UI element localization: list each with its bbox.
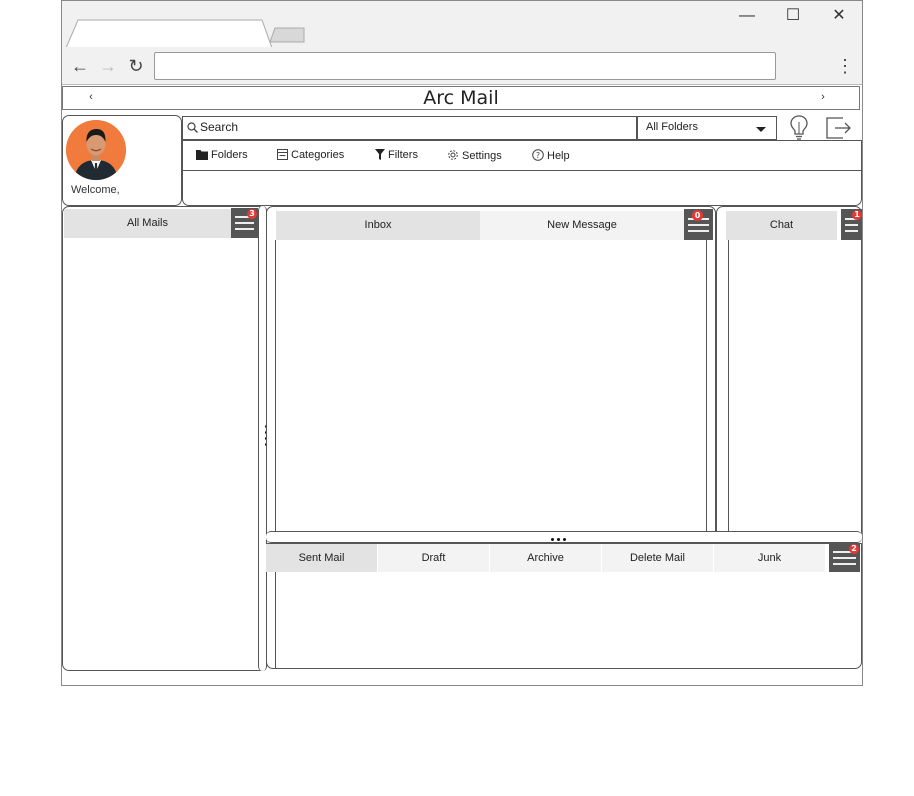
folder-select-value: All Folders xyxy=(646,121,698,133)
chat-badge: 1 xyxy=(852,210,862,220)
lightbulb-icon[interactable] xyxy=(787,114,811,141)
toolbar-help-label: Help xyxy=(547,150,570,162)
caret-down-icon[interactable] xyxy=(756,127,766,132)
toolbar-filters-label: Filters xyxy=(388,149,418,161)
tab-archive[interactable]: Archive xyxy=(490,544,601,572)
search-icon xyxy=(187,122,198,133)
svg-text:?: ? xyxy=(536,151,540,160)
minimize-icon[interactable]: — xyxy=(737,6,757,26)
back-arrow-icon[interactable]: ← xyxy=(69,55,91,77)
toolbar-filters[interactable]: Filters xyxy=(375,149,418,161)
filter-icon xyxy=(375,149,385,160)
tab-inbox[interactable]: Inbox xyxy=(276,211,480,240)
folder-icon xyxy=(196,150,208,160)
forward-arrow-icon[interactable]: → xyxy=(97,55,119,77)
person-icon xyxy=(66,120,126,180)
toolbar-folders-label: Folders xyxy=(211,149,248,161)
tab-chat[interactable]: Chat xyxy=(726,211,837,240)
new-tab-button[interactable] xyxy=(270,27,306,43)
toolbar-settings-label: Settings xyxy=(462,150,502,162)
mail-folders-divider xyxy=(275,572,276,668)
all-mails-panel xyxy=(62,206,266,671)
toolbar-settings[interactable]: Settings xyxy=(447,149,502,162)
tab-new-message[interactable]: New Message xyxy=(480,211,684,240)
toolbar-folders[interactable]: Folders xyxy=(196,149,248,161)
mail-folders-badge: 2 xyxy=(849,544,859,554)
address-bar[interactable] xyxy=(154,52,776,80)
tab-junk[interactable]: Junk xyxy=(714,544,825,572)
tab-delete-mail[interactable]: Delete Mail xyxy=(602,544,713,572)
chevron-left-icon[interactable]: ‹ xyxy=(84,88,98,106)
toolbar-categories-label: Categories xyxy=(291,149,345,161)
chat-panel xyxy=(716,206,862,539)
gear-icon xyxy=(448,150,458,160)
chevron-right-icon[interactable]: › xyxy=(816,88,830,106)
tab-sent-mail[interactable]: Sent Mail xyxy=(266,544,377,572)
toolbar-help[interactable]: ? Help xyxy=(532,149,570,162)
tab-all-mails[interactable]: All Mails xyxy=(64,209,231,238)
bottom-splitter-handle[interactable] xyxy=(551,535,573,541)
toolbar-categories[interactable]: Categories xyxy=(277,149,344,161)
welcome-text: Welcome, xyxy=(71,184,120,196)
categories-icon xyxy=(277,149,288,160)
app-title: Arc Mail xyxy=(423,87,499,109)
message-badge: 0 xyxy=(692,210,703,221)
tab-draft[interactable]: Draft xyxy=(378,544,489,572)
all-mails-badge: 3 xyxy=(247,209,257,219)
browser-menu-icon[interactable]: ⋮ xyxy=(836,55,854,77)
search-input[interactable] xyxy=(182,116,637,140)
toolbar-content-area xyxy=(182,171,862,206)
reload-icon[interactable]: ↻ xyxy=(125,55,147,77)
search-placeholder: Search xyxy=(200,120,239,134)
logout-icon[interactable] xyxy=(825,114,853,141)
close-icon[interactable]: ✕ xyxy=(829,6,849,26)
message-content-area xyxy=(275,240,707,536)
maximize-icon[interactable]: ☐ xyxy=(783,6,803,26)
browser-tab-active[interactable] xyxy=(66,19,272,48)
help-icon: ? xyxy=(532,149,544,161)
chat-divider xyxy=(728,240,729,536)
avatar[interactable] xyxy=(66,120,126,180)
